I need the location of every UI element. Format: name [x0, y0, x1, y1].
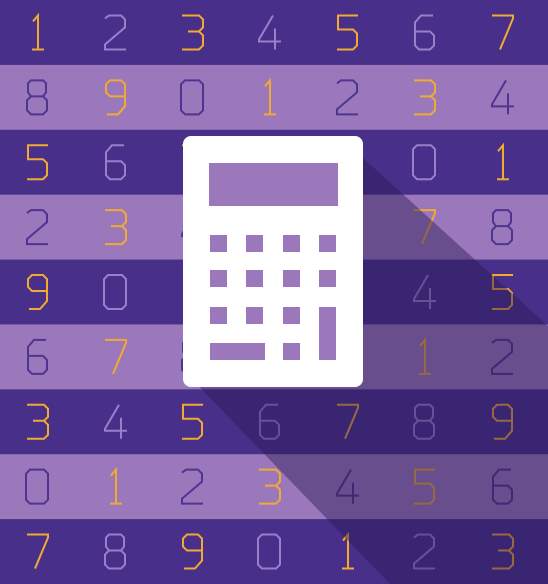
calculator-key: [283, 343, 300, 360]
calculator-key: [210, 235, 227, 252]
calculator-key: [319, 270, 336, 287]
calculator-key-tall: [319, 307, 336, 360]
calculator-key: [319, 235, 336, 252]
calculator-display: [209, 163, 338, 206]
number-pattern-background: [0, 0, 548, 584]
calculator-key-wide: [210, 343, 265, 360]
calculator-key: [246, 307, 263, 324]
calculator-key: [210, 270, 227, 287]
stripe-band-light: [0, 64, 548, 131]
calculator-key: [246, 235, 263, 252]
calculator-key: [283, 235, 300, 252]
calculator-key: [283, 270, 300, 287]
calculator-key: [246, 270, 263, 287]
calculator-key: [210, 307, 227, 324]
calculator-illustration: [0, 0, 548, 584]
calculator-key: [283, 307, 300, 324]
calculator-icon: [183, 136, 363, 387]
